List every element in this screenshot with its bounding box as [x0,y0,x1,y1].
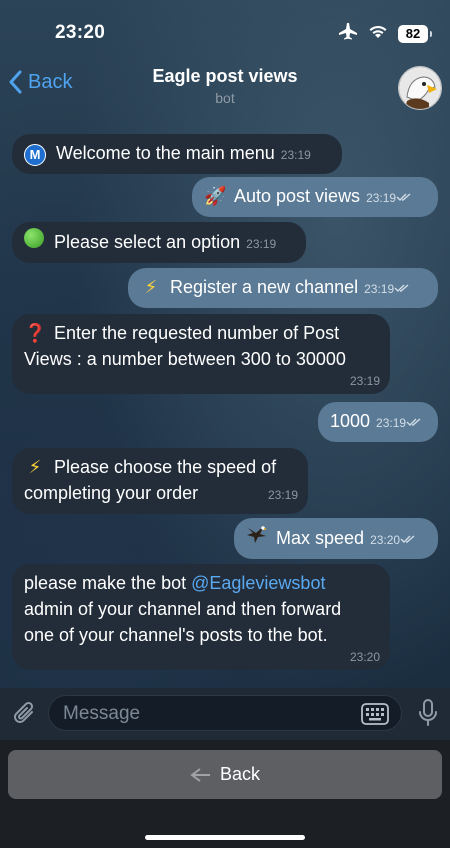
paperclip-icon[interactable] [12,700,38,733]
green-circle-icon [24,228,44,248]
message-outgoing[interactable]: 🚀 Auto post views 23:19 [192,177,438,217]
m-badge-icon: M [24,144,46,166]
message-text-line1: Enter the requested number of Post [54,323,340,343]
message-time: 23:19 [376,416,407,430]
keyboard-icon[interactable] [361,703,389,730]
chat-subtitle: bot [215,90,235,106]
message-outgoing[interactable]: ⚡ Register a new channel 23:19 [128,268,438,308]
message-time: 23:19 [280,148,311,162]
bot-keyboard: Back [0,740,450,848]
chat-title[interactable]: Eagle post views [0,66,450,87]
lightning-icon: ⚡ [28,457,42,477]
microphone-icon[interactable] [418,699,438,732]
message-text-line1: Please choose the speed of [54,457,277,477]
message-time: 23:20 [349,650,380,664]
rocket-icon: 🚀 [204,186,227,206]
question-mark-icon: ❓ [24,323,47,343]
home-indicator [145,835,305,840]
bot-mention-link[interactable]: @Eagleviewsbot [191,573,325,593]
chat-header: Back Eagle post views bot [0,58,450,114]
message-placeholder: Message [63,703,141,724]
lightning-icon: ⚡ [144,277,158,297]
back-arrow-icon [190,767,210,782]
composer-bar: Message [0,688,450,740]
message-text: Register a new channel [170,277,359,297]
message-incoming[interactable]: Please select an option 23:19 [12,222,306,263]
keyboard-back-button[interactable]: Back [8,750,442,799]
read-check-icon [394,284,409,292]
battery-icon: 82 [398,24,432,43]
eagle-icon [246,524,268,551]
message-time: 23:19 [267,488,298,502]
status-time: 23:20 [55,22,106,43]
message-incoming[interactable]: please make the bot @Eagleviewsbot admin… [12,564,390,670]
message-text-line3: one of your channel's posts to the bot. [24,625,328,645]
message-text: Auto post views [234,186,361,206]
read-check-icon [396,193,411,201]
avatar[interactable] [398,66,442,110]
message-outgoing[interactable]: Max speed 23:20 [234,518,438,559]
status-icons: 82 [338,22,432,45]
message-time: 23:19 [349,374,380,388]
message-time: 23:19 [364,282,395,296]
status-bar: 23:20 82 [0,0,450,58]
wifi-icon [368,23,388,44]
message-text: Please select an option [54,232,241,252]
message-time: 23:19 [246,237,277,251]
eagle-avatar [399,67,441,109]
keyboard-back-label: Back [219,764,261,784]
read-check-icon [406,418,421,426]
message-text-line2: Views : a number between 300 to 30000 [24,349,346,369]
message-text-line2: completing your order [24,483,199,503]
airplane-icon [338,22,358,45]
message-incoming[interactable]: M Welcome to the main menu 23:19 [12,134,342,174]
message-text-line1: please make the bot [24,573,192,593]
message-time: 23:19 [366,191,397,205]
message-incoming[interactable]: ❓ Enter the requested number of Post View… [12,314,390,394]
message-text-line2: admin of your channel and then forward [24,599,342,619]
message-input[interactable]: Message [48,695,402,731]
message-text: Welcome to the main menu [56,143,275,163]
message-outgoing[interactable]: 1000 23:19 [318,402,438,442]
message-time: 23:20 [370,533,401,547]
message-text: 1000 [330,411,371,431]
message-incoming[interactable]: ⚡ Please choose the speed of completing y… [12,448,308,514]
read-check-icon [400,535,415,543]
message-text: Max speed [276,528,365,548]
